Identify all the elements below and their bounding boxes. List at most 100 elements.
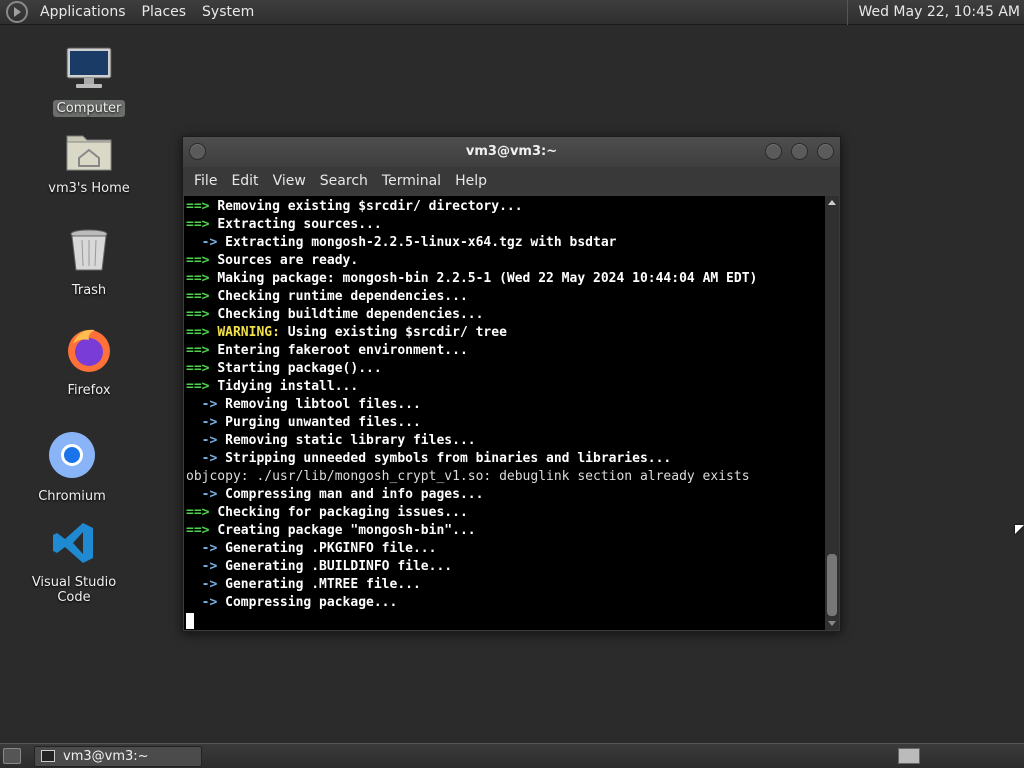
- taskbar-item-terminal[interactable]: vm3@vm3:~: [34, 746, 202, 767]
- sub-arrow: ->: [186, 433, 226, 448]
- terminal-scrollbar[interactable]: [825, 196, 839, 630]
- line-text: Checking for packaging issues...: [217, 505, 468, 520]
- desktop-icon-label: vm3's Home: [48, 181, 130, 196]
- prompt-arrow: ==>: [186, 289, 218, 304]
- scroll-up-icon[interactable]: [828, 200, 836, 205]
- desktop-icon-label: Firefox: [67, 383, 111, 398]
- firefox-icon: [68, 329, 110, 372]
- show-desktop-icon[interactable]: [3, 748, 21, 764]
- desktop-icon-home[interactable]: vm3's Home: [34, 130, 144, 197]
- line-text: Generating .MTREE file...: [225, 577, 421, 592]
- scroll-thumb[interactable]: [827, 554, 837, 616]
- line-text: Entering fakeroot environment...: [217, 343, 468, 358]
- terminal-line: -> Stripping unneeded symbols from binar…: [186, 450, 825, 468]
- terminal-line: ==> Making package: mongosh-bin 2.2.5-1 …: [186, 270, 825, 288]
- menu-help[interactable]: Help: [448, 173, 494, 189]
- desktop-icon-computer[interactable]: Computer: [34, 46, 144, 117]
- sub-arrow: ->: [186, 451, 226, 466]
- terminal-line: ==> Entering fakeroot environment...: [186, 342, 825, 360]
- terminal-line: -> Purging unwanted files...: [186, 414, 825, 432]
- sub-arrow: ->: [186, 559, 226, 574]
- window-menubar: File Edit View Search Terminal Help: [183, 167, 840, 195]
- sub-arrow: ->: [186, 487, 226, 502]
- line-text: Extracting mongosh-2.2.5-linux-x64.tgz w…: [225, 235, 617, 250]
- sub-arrow: ->: [186, 235, 226, 250]
- menu-applications[interactable]: Applications: [32, 0, 134, 25]
- sub-arrow: ->: [186, 415, 226, 430]
- terminal-line: ==> Checking for packaging issues...: [186, 504, 825, 522]
- sub-arrow: ->: [186, 595, 226, 610]
- desktop-icon-vscode[interactable]: Visual Studio Code: [19, 520, 129, 606]
- line-text: Generating .BUILDINFO file...: [225, 559, 453, 574]
- text-cursor: [186, 612, 194, 629]
- terminal-line: ==> Creating package "mongosh-bin"...: [186, 522, 825, 540]
- desktop-icon-label: Visual Studio Code: [31, 575, 117, 605]
- line-text: Tidying install...: [217, 379, 359, 394]
- line-text: Generating .PKGINFO file...: [225, 541, 437, 556]
- top-panel: Applications Places System Wed May 22, 1…: [0, 0, 1024, 25]
- desktop-icon-trash[interactable]: Trash: [34, 228, 144, 299]
- cursor-line: [186, 612, 825, 630]
- sub-arrow: ->: [186, 541, 226, 556]
- menu-file[interactable]: File: [187, 173, 224, 189]
- line-text: Purging unwanted files...: [225, 415, 421, 430]
- desktop-icon-firefox[interactable]: Firefox: [34, 326, 144, 399]
- menu-view[interactable]: View: [266, 173, 313, 189]
- window-title: vm3@vm3:~: [465, 144, 558, 159]
- taskbar-item-label: vm3@vm3:~: [63, 749, 149, 764]
- scroll-down-icon[interactable]: [828, 621, 836, 626]
- menu-search[interactable]: Search: [313, 173, 375, 189]
- terminal-line: -> Compressing package...: [186, 594, 825, 612]
- terminal-line: ==> Sources are ready.: [186, 252, 825, 270]
- maximize-icon[interactable]: [791, 143, 808, 160]
- desktop-icon-chromium[interactable]: Chromium: [17, 430, 127, 505]
- line-text: Checking runtime dependencies...: [217, 289, 468, 304]
- prompt-arrow: ==>: [186, 253, 218, 268]
- sub-arrow: ->: [186, 577, 226, 592]
- line-text: Removing libtool files...: [225, 397, 421, 412]
- terminal-line: ==> Starting package()...: [186, 360, 825, 378]
- warning-label: WARNING:: [217, 325, 280, 340]
- terminal-icon: [41, 750, 55, 762]
- window-menu-icon[interactable]: [189, 143, 206, 160]
- terminal-line: -> Removing static library files...: [186, 432, 825, 450]
- window-titlebar[interactable]: vm3@vm3:~: [183, 137, 840, 167]
- clock[interactable]: Wed May 22, 10:45 AM: [847, 0, 1024, 25]
- line-text: Extracting sources...: [217, 217, 382, 232]
- terminal-line: ==> Checking buildtime dependencies...: [186, 306, 825, 324]
- line-text: Checking buildtime dependencies...: [217, 307, 484, 322]
- terminal-line: ==> Extracting sources...: [186, 216, 825, 234]
- terminal-line: -> Extracting mongosh-2.2.5-linux-x64.tg…: [186, 234, 825, 252]
- vscode-icon: [53, 523, 93, 563]
- workspace-switcher[interactable]: [898, 748, 920, 764]
- menu-edit[interactable]: Edit: [224, 173, 265, 189]
- terminal-window[interactable]: vm3@vm3:~ File Edit View Search Terminal…: [182, 136, 841, 632]
- line-text: Using existing $srcdir/ tree: [279, 325, 507, 340]
- prompt-arrow: ==>: [186, 379, 218, 394]
- terminal-output[interactable]: ==> Removing existing $srcdir/ directory…: [184, 196, 825, 630]
- menu-terminal[interactable]: Terminal: [375, 173, 448, 189]
- computer-icon: [66, 47, 112, 88]
- close-icon[interactable]: [817, 143, 834, 160]
- prompt-arrow: ==>: [186, 325, 218, 340]
- terminal-line: -> Compressing man and info pages...: [186, 486, 825, 504]
- desktop-icon-label: Trash: [71, 283, 107, 298]
- terminal-line: ==> Tidying install...: [186, 378, 825, 396]
- terminal-line: -> Generating .BUILDINFO file...: [186, 558, 825, 576]
- distro-logo-icon[interactable]: [6, 1, 28, 23]
- terminal-line: -> Generating .MTREE file...: [186, 576, 825, 594]
- prompt-arrow: ==>: [186, 217, 218, 232]
- desktop-icon-label: Computer: [52, 100, 126, 117]
- line-text: Removing static library files...: [225, 433, 476, 448]
- bottom-panel: vm3@vm3:~: [0, 743, 1024, 768]
- terminal-line: -> Generating .PKGINFO file...: [186, 540, 825, 558]
- minimize-icon[interactable]: [765, 143, 782, 160]
- line-text: Compressing man and info pages...: [225, 487, 484, 502]
- prompt-arrow: ==>: [186, 361, 218, 376]
- menu-system[interactable]: System: [194, 0, 262, 25]
- line-text: Removing existing $srcdir/ directory...: [217, 199, 523, 214]
- menu-places[interactable]: Places: [134, 0, 195, 25]
- prompt-arrow: ==>: [186, 271, 218, 286]
- line-text: objcopy: ./usr/lib/mongosh_crypt_v1.so: …: [186, 469, 750, 484]
- line-text: Compressing package...: [225, 595, 398, 610]
